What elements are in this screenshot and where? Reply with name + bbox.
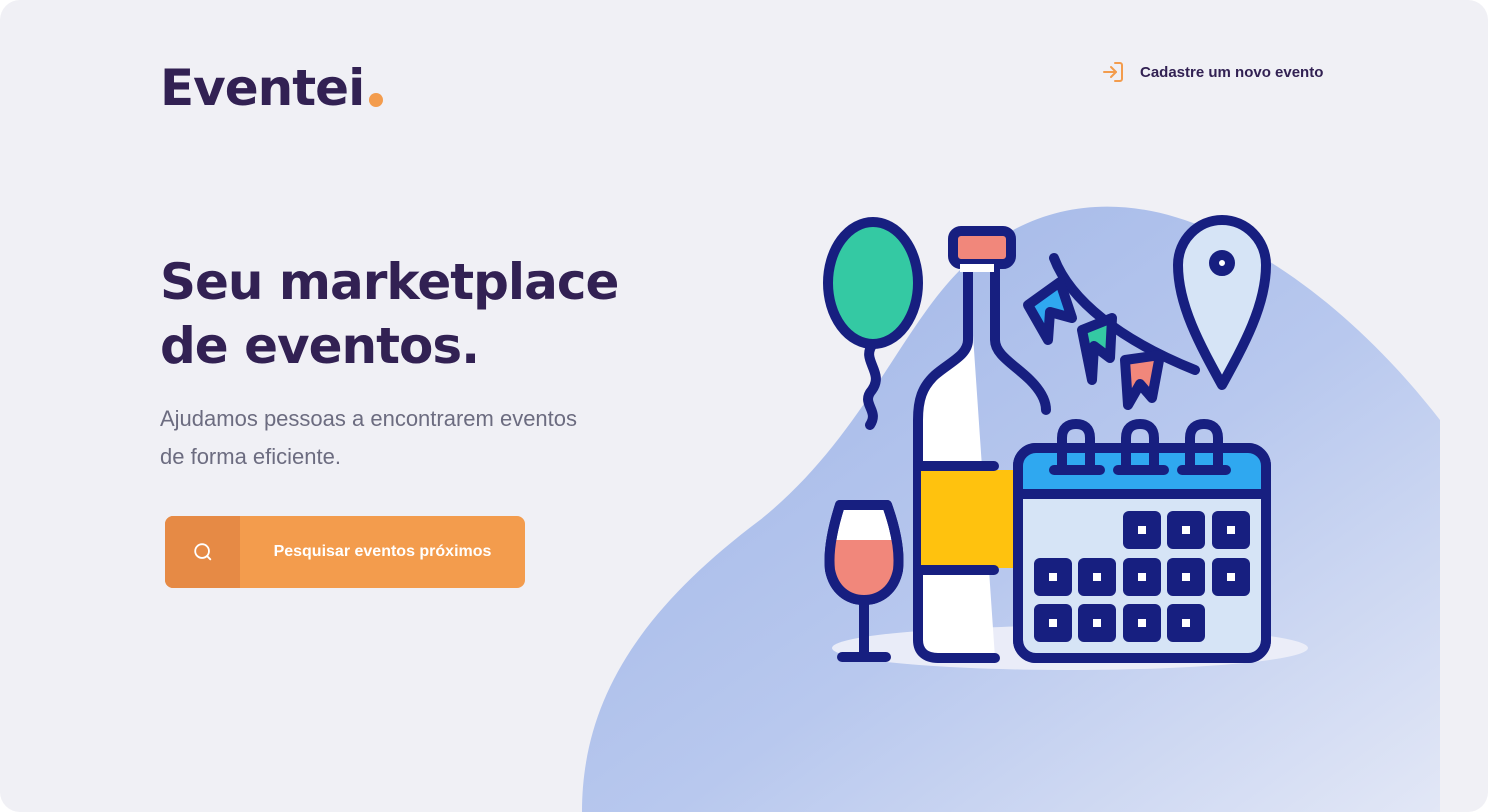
hero-illustration <box>823 215 1308 670</box>
location-pin-icon <box>1173 215 1271 390</box>
bunting-flags-icon <box>1023 253 1200 410</box>
landing-page: Eventei Cadastre um novo evento Seu mark… <box>0 0 1488 812</box>
balloon-icon <box>823 217 923 430</box>
